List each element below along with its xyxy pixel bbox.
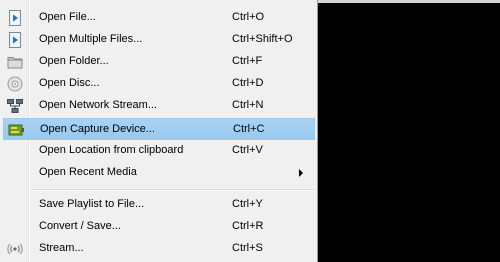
play-files-icon (7, 32, 23, 48)
menu-item-label: Open Recent Media (39, 166, 137, 178)
menu-item-shortcut: Ctrl+Y (232, 198, 263, 210)
stream-icon (7, 241, 23, 257)
menu-item-shortcut: Ctrl+V (232, 144, 263, 156)
menu-item-save-playlist[interactable]: Save Playlist to File... Ctrl+Y (3, 194, 315, 216)
menu-item-open-multiple-files[interactable]: Open Multiple Files... Ctrl+Shift+O (3, 29, 315, 51)
menu-item-shortcut: Ctrl+R (232, 220, 264, 232)
folder-icon (7, 54, 23, 70)
menu-item-label: Convert / Save... (39, 220, 121, 232)
network-icon (7, 98, 23, 114)
menu-item-shortcut: Ctrl+S (232, 242, 263, 254)
menu-item-label: Open Location from clipboard (39, 144, 184, 156)
media-menu-dropdown: Open File... Ctrl+O Open Multiple Files.… (0, 0, 318, 262)
menu-item-shortcut: Ctrl+D (232, 77, 264, 89)
disc-icon (7, 76, 23, 92)
menu-item-open-file[interactable]: Open File... Ctrl+O (3, 7, 315, 29)
menu-item-open-location-from-clipboard[interactable]: Open Location from clipboard Ctrl+V (3, 140, 315, 162)
menu-item-label: Stream... (39, 242, 84, 254)
submenu-arrow-icon (299, 169, 303, 177)
menu-item-shortcut: Ctrl+N (232, 99, 264, 111)
menu-item-label: Open Disc... (39, 77, 100, 89)
menu-item-label: Open Multiple Files... (39, 33, 143, 45)
menu-item-open-disc[interactable]: Open Disc... Ctrl+D (3, 73, 315, 95)
menu-item-label: Open Folder... (39, 55, 109, 67)
menu-item-open-recent-media[interactable]: Open Recent Media (3, 162, 315, 184)
menu-item-convert-save[interactable]: Convert / Save... Ctrl+R (3, 216, 315, 238)
menu-item-shortcut: Ctrl+Shift+O (232, 33, 293, 45)
menu-item-open-network-stream[interactable]: Open Network Stream... Ctrl+N (3, 95, 315, 117)
menu-item-open-folder[interactable]: Open Folder... Ctrl+F (3, 51, 315, 73)
menu-item-shortcut: Ctrl+O (232, 11, 265, 23)
menu-item-stream[interactable]: Stream... Ctrl+S (3, 238, 315, 260)
menu-item-shortcut: Ctrl+F (232, 55, 263, 67)
capture-card-icon (8, 122, 24, 138)
menu-item-label: Open File... (39, 11, 96, 23)
menu-item-label: Open Capture Device... (40, 123, 155, 135)
menu-item-shortcut: Ctrl+C (233, 123, 265, 135)
play-file-icon (7, 10, 23, 26)
menu-item-label: Save Playlist to File... (39, 198, 145, 210)
menu-item-open-capture-device[interactable]: Open Capture Device... Ctrl+C (3, 118, 315, 140)
menu-separator (32, 189, 314, 191)
menu-item-label: Open Network Stream... (39, 99, 157, 111)
